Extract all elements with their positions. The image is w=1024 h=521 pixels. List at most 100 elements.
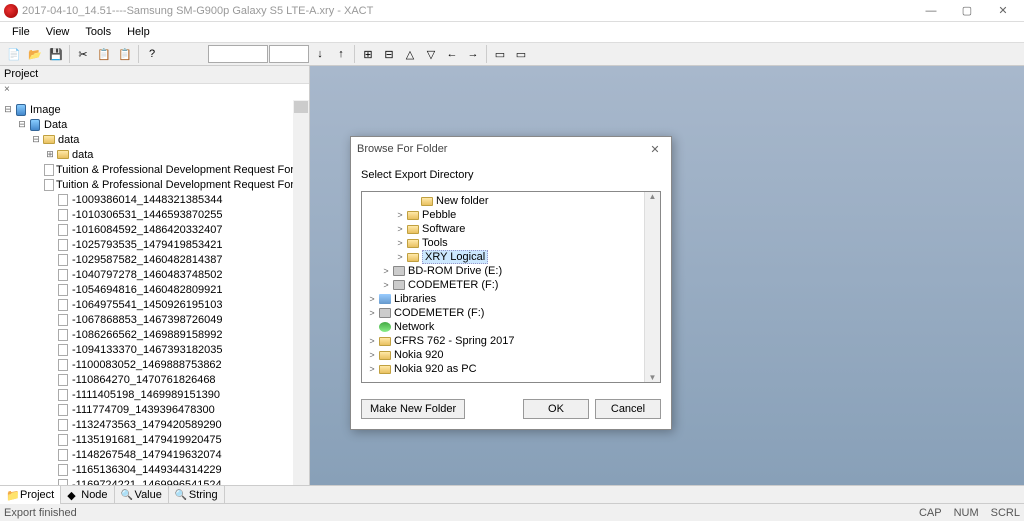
collapse-icon[interactable]: ⊟	[379, 44, 399, 64]
folder-item[interactable]: >Software	[364, 222, 658, 236]
tree-file[interactable]: -1029587582_1460482814387	[2, 252, 307, 267]
folder-item[interactable]: > Nokia 920	[364, 348, 658, 362]
tree-file[interactable]: -1040797278_1460483748502	[2, 267, 307, 282]
tree-file[interactable]: -1169724221_1469996541524	[2, 477, 307, 485]
dialog-close-icon[interactable]: ✕	[645, 143, 665, 156]
folder-item[interactable]: > CODEMETER (F:)	[364, 278, 658, 292]
folder-label: Tools	[422, 237, 448, 249]
cut-icon[interactable]: ✂	[73, 44, 93, 64]
dialog-scrollbar[interactable]	[644, 192, 660, 382]
expand-icon[interactable]: >	[366, 350, 378, 360]
folder-item[interactable]: > CODEMETER (F:)	[364, 306, 658, 320]
folder-label: Nokia 920 as PC	[394, 363, 477, 375]
tree-file[interactable]: -1135191681_1479419920475	[2, 432, 307, 447]
tree-data-subfolder[interactable]: ⊞data	[2, 147, 307, 162]
tri-down-icon[interactable]: ▽	[421, 44, 441, 64]
tab-value[interactable]: Value	[115, 486, 169, 504]
folder-item[interactable]: Network	[364, 320, 658, 334]
menu-help[interactable]: Help	[119, 24, 158, 40]
expand-icon[interactable]: ⊞	[358, 44, 378, 64]
tab-project[interactable]: 📁Project	[0, 486, 61, 504]
tree-file[interactable]: -1025793535_1479419853421	[2, 237, 307, 252]
tab-node[interactable]: ◆Node	[61, 486, 114, 504]
folder-item[interactable]: >XRY Logical	[364, 250, 658, 264]
ok-button[interactable]: OK	[523, 399, 589, 419]
tree-file[interactable]: -1086266562_1469889158992	[2, 327, 307, 342]
sidebar-close[interactable]: ×	[0, 84, 309, 100]
folder-tree[interactable]: New folder>Pebble>Software>Tools>XRY Log…	[361, 191, 661, 383]
tree-file[interactable]: -1100083052_1469888753862	[2, 357, 307, 372]
tree-label: -1100083052_1469888753862	[72, 359, 222, 371]
expand-icon[interactable]: >	[366, 364, 378, 374]
tool-b-icon[interactable]: ▭	[511, 44, 531, 64]
folder-label: CODEMETER (F:)	[408, 279, 498, 291]
tree-scrollbar[interactable]	[293, 100, 309, 485]
tri-up-icon[interactable]: △	[400, 44, 420, 64]
tree-label: -1067868853_1467398726049	[72, 314, 223, 326]
tree-file[interactable]: Tuition & Professional Development Reque…	[2, 162, 307, 177]
new-icon[interactable]: 📄	[4, 44, 24, 64]
tree-file[interactable]: -1111405198_1469989151390	[2, 387, 307, 402]
close-button[interactable]: ✕	[986, 1, 1020, 21]
arrow-left-icon[interactable]: ←	[442, 44, 462, 64]
folder-item[interactable]: > Nokia 920 as PC	[364, 362, 658, 376]
expand-icon[interactable]: >	[394, 224, 406, 234]
tree-data[interactable]: ⊟Data	[2, 117, 307, 132]
menu-file[interactable]: File	[4, 24, 38, 40]
expand-icon[interactable]: >	[394, 252, 406, 262]
nav-up-icon[interactable]: ↑	[331, 44, 351, 64]
tree-file[interactable]: -1094133370_1467393182035	[2, 342, 307, 357]
expand-icon[interactable]: >	[380, 280, 392, 290]
expand-icon[interactable]: ⊟	[30, 134, 42, 145]
tree-file[interactable]: -111774709_1439396478300	[2, 402, 307, 417]
tree-file[interactable]: -1064975541_1450926195103	[2, 297, 307, 312]
nav-back-icon[interactable]: ↓	[310, 44, 330, 64]
tree-file[interactable]: -1016084592_1486420332407	[2, 222, 307, 237]
paste-icon[interactable]: 📋	[115, 44, 135, 64]
tree-file[interactable]: -1009386014_1448321385344	[2, 192, 307, 207]
folder-item[interactable]: > Tools	[364, 236, 658, 250]
tree-file[interactable]: -1165136304_1449344314229	[2, 462, 307, 477]
maximize-button[interactable]: ▢	[950, 1, 984, 21]
folder-item[interactable]: >CFRS 762 - Spring 2017	[364, 334, 658, 348]
tree-file[interactable]: Tuition & Professional Development Reque…	[2, 177, 307, 192]
expand-icon[interactable]: >	[394, 238, 406, 248]
menu-tools[interactable]: Tools	[77, 24, 119, 40]
expand-icon[interactable]: >	[394, 210, 406, 220]
expand-icon[interactable]: >	[380, 266, 392, 276]
tree-file[interactable]: -1054694816_1460482809921	[2, 282, 307, 297]
tree-file[interactable]: -1148267548_1479419632074	[2, 447, 307, 462]
project-tree[interactable]: ⊟Image⊟Data⊟data⊞dataTuition & Professio…	[0, 100, 309, 485]
folder-item[interactable]: >Libraries	[364, 292, 658, 306]
folder-item[interactable]: >Pebble	[364, 208, 658, 222]
tree-file[interactable]: -1132473563_1479420589290	[2, 417, 307, 432]
tool-a-icon[interactable]: ▭	[490, 44, 510, 64]
expand-icon[interactable]: ⊟	[2, 104, 14, 115]
tree-file[interactable]: -1010306531_1446593870255	[2, 207, 307, 222]
folder-label: Nokia 920	[394, 349, 444, 361]
cancel-button[interactable]: Cancel	[595, 399, 661, 419]
toolbar-dropdown-2[interactable]	[269, 45, 309, 63]
copy-icon[interactable]: 📋	[94, 44, 114, 64]
folder-item[interactable]: >BD-ROM Drive (E:)	[364, 264, 658, 278]
menu-view[interactable]: View	[38, 24, 78, 40]
toolbar-dropdown-1[interactable]	[208, 45, 268, 63]
folder-label: CODEMETER (F:)	[394, 307, 484, 319]
open-icon[interactable]: 📂	[25, 44, 45, 64]
folder-item[interactable]: New folder	[364, 194, 658, 208]
tree-data-folder[interactable]: ⊟data	[2, 132, 307, 147]
minimize-button[interactable]: —	[914, 1, 948, 21]
help-icon[interactable]: ?	[142, 44, 162, 64]
expand-icon[interactable]: ⊟	[16, 119, 28, 130]
tab-string[interactable]: String	[169, 486, 225, 504]
make-new-folder-button[interactable]: Make New Folder	[361, 399, 465, 419]
expand-icon[interactable]: >	[366, 308, 378, 318]
save-icon[interactable]: 💾	[46, 44, 66, 64]
expand-icon[interactable]: >	[366, 294, 378, 304]
expand-icon[interactable]: ⊞	[44, 149, 56, 160]
arrow-right-icon[interactable]: →	[463, 44, 483, 64]
tree-file[interactable]: -1067868853_1467398726049	[2, 312, 307, 327]
expand-icon[interactable]: >	[366, 336, 378, 346]
tree-root[interactable]: ⊟Image	[2, 102, 307, 117]
tree-file[interactable]: -110864270_1470761826468	[2, 372, 307, 387]
